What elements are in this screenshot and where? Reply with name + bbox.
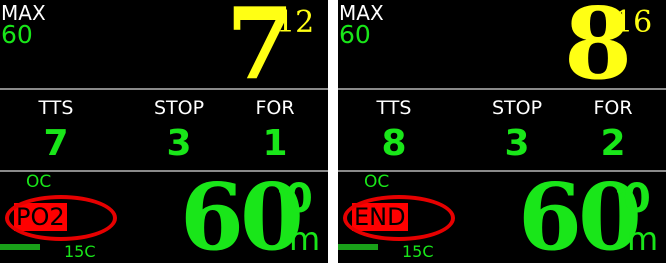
gauge-bar [0, 244, 40, 250]
depth-unit: m [289, 220, 321, 258]
gas-mode-label: OC [364, 172, 390, 192]
depth-value: 60 [180, 163, 304, 263]
depth-decimal: 0 [285, 176, 313, 222]
for-value: 2 [600, 123, 626, 164]
tts-label: TTS [376, 97, 412, 119]
temperature-value: 15C [64, 242, 96, 261]
tts-label: TTS [38, 97, 74, 119]
gas-mode-label: OC [26, 172, 52, 192]
max-depth-value: 60 [339, 20, 371, 49]
depth-unit: m [627, 220, 659, 258]
stop-value: 3 [504, 123, 530, 164]
deco-time-secondary: 16 [614, 5, 653, 40]
dive-screen-right: MAX 60 8 16 TTS 8 STOP 3 FOR 2 OC END 15… [338, 0, 666, 263]
for-value: 1 [262, 123, 288, 164]
stop-label: STOP [153, 97, 205, 119]
divider [0, 88, 328, 90]
highlight-circle [343, 195, 455, 241]
for-label: FOR [255, 97, 295, 119]
max-depth-value: 60 [1, 20, 33, 49]
deco-time-secondary: 12 [276, 5, 315, 40]
depth-decimal: 0 [623, 176, 651, 222]
divider [338, 88, 666, 90]
for-label: FOR [593, 97, 633, 119]
depth-value: 60 [518, 163, 642, 263]
tts-value: 7 [43, 123, 69, 164]
stop-label: STOP [491, 97, 543, 119]
stop-value: 3 [166, 123, 192, 164]
temperature-value: 15C [402, 242, 434, 261]
highlight-circle [5, 195, 117, 241]
tts-value: 8 [381, 123, 407, 164]
gauge-bar [338, 244, 378, 250]
dive-screen-left: MAX 60 7 12 TTS 7 STOP 3 FOR 1 OC PO2 15… [0, 0, 328, 263]
